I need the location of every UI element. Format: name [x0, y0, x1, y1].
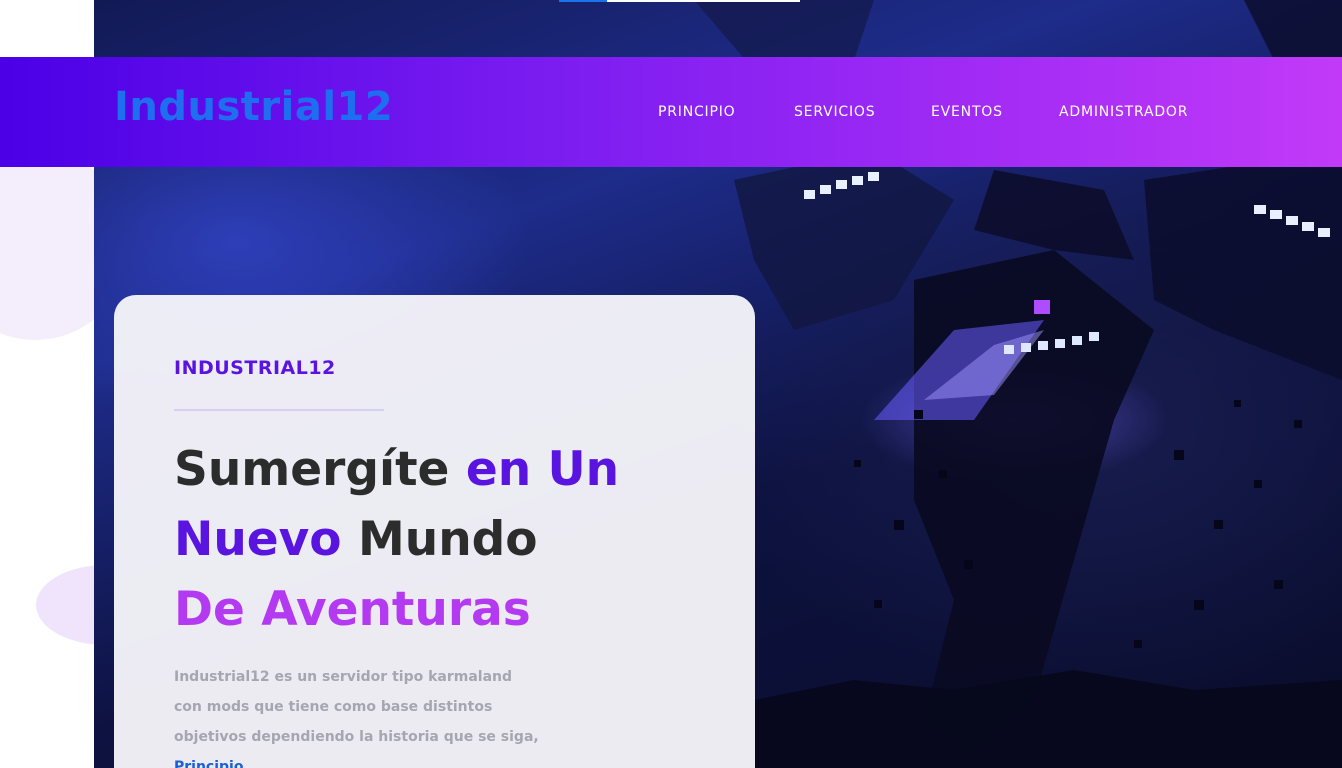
- description-text: Industrial12 es un servidor tipo karmala…: [174, 669, 539, 745]
- hero-eyebrow: INDUSTRIAL12: [174, 357, 336, 379]
- headline-part-sumergite: Sumergíte: [174, 442, 466, 497]
- hero-description: Industrial12 es un servidor tipo karmala…: [174, 662, 544, 768]
- navbar: Industrial12 PRINCIPIO SERVICIOS EVENTOS…: [0, 57, 1342, 167]
- headline-part-en-un: en Un: [465, 442, 620, 497]
- hero-card: INDUSTRIAL12 Sumergíte en Un Nuevo Mundo …: [114, 295, 755, 768]
- headline-part-nuevo: Nuevo: [174, 512, 342, 567]
- headline-part-de-aventuras: De Aventuras: [174, 582, 531, 637]
- nav-link-administrador[interactable]: ADMINISTRADOR: [1059, 102, 1188, 122]
- headline-part-mundo: Mundo: [341, 512, 538, 567]
- nav-link-eventos[interactable]: EVENTOS: [931, 102, 1003, 122]
- hero-headline: Sumergíte en Un Nuevo Mundo De Aventuras: [174, 435, 734, 645]
- nav-link-servicios[interactable]: SERVICIOS: [794, 102, 875, 122]
- principio-link[interactable]: Principio: [174, 759, 243, 768]
- nav-link-principio[interactable]: PRINCIPIO: [658, 102, 735, 122]
- page: Industrial12 PRINCIPIO SERVICIOS EVENTOS…: [0, 0, 1342, 768]
- top-loading-strip-progress: [559, 0, 607, 2]
- eyebrow-divider: [174, 409, 384, 411]
- description-trailing: .: [243, 759, 249, 768]
- brand-logo-link[interactable]: Industrial12: [114, 83, 393, 131]
